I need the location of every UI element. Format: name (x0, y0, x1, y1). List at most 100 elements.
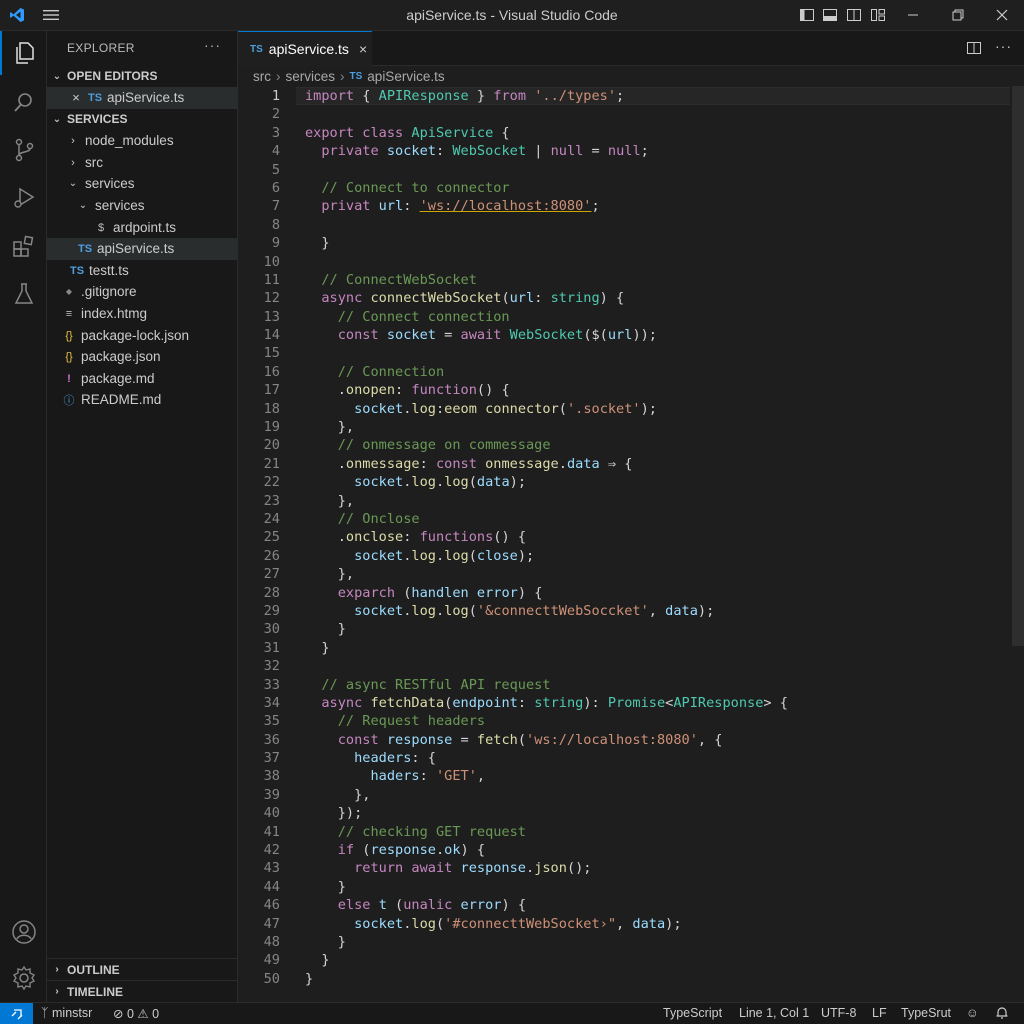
toggle-panel-icon[interactable] (822, 7, 838, 23)
code-line[interactable]: 6 // Connect to connector (238, 179, 1024, 197)
explorer-icon[interactable] (0, 31, 47, 75)
outline-header[interactable]: › OUTLINE (47, 958, 238, 980)
code-line[interactable]: 34 async fetchData(endpoint: string): Pr… (238, 694, 1024, 712)
tree-file-readme[interactable]: ⓘ README.md (47, 389, 238, 411)
code-line[interactable]: 22 socket.log.log(data); (238, 473, 1024, 491)
open-editors-header[interactable]: ⌄ OPEN EDITORS (47, 65, 238, 87)
code-line[interactable]: 15 (238, 344, 1024, 362)
customize-layout-icon[interactable] (870, 7, 886, 23)
code-line[interactable]: 42 if (response.ok) { (238, 841, 1024, 859)
breadcrumb-item[interactable]: services (286, 69, 336, 84)
extensions-icon[interactable] (0, 224, 47, 268)
editor-more-actions-icon[interactable]: ··· (995, 38, 1012, 54)
toggle-secondary-sidebar-icon[interactable] (846, 7, 862, 23)
close-editor-icon[interactable]: × (67, 90, 85, 105)
code-line[interactable]: 47 socket.log('#connecttWebSocket›", dat… (238, 915, 1024, 933)
language-mode-left[interactable]: TypeScript (663, 1006, 722, 1020)
minimize-icon[interactable] (905, 7, 921, 23)
code-line[interactable]: 23 }, (238, 492, 1024, 510)
tree-folder-services[interactable]: ⌄ services (47, 173, 238, 195)
tree-file-package-lock[interactable]: {} package-lock.json (47, 325, 238, 347)
problems-status[interactable]: ⊘ 0 ⚠ 0 (113, 1006, 159, 1021)
split-editor-icon[interactable] (966, 40, 982, 56)
code-line[interactable]: 19 }, (238, 418, 1024, 436)
code-line[interactable]: 5 (238, 161, 1024, 179)
remote-indicator[interactable] (0, 1003, 33, 1024)
code-line[interactable]: 27 }, (238, 565, 1024, 583)
language-mode[interactable]: TypeSrut (901, 1006, 951, 1020)
tree-file-index[interactable]: ≡ index.htmg (47, 303, 238, 325)
code-line[interactable]: 39 }, (238, 786, 1024, 804)
code-line[interactable]: 12 async connectWebSocket(url: string) { (238, 289, 1024, 307)
code-line[interactable]: 20 // onmessage on commessage (238, 436, 1024, 454)
code-line[interactable]: 7 privat url: 'ws://localhost:8080'; (238, 197, 1024, 215)
code-line[interactable]: 2 (238, 105, 1024, 123)
code-line[interactable]: 40 }); (238, 804, 1024, 822)
tree-folder-services-nested[interactable]: ⌄ services (47, 195, 238, 217)
code-line[interactable]: 29 socket.log.log('&connecttWebSoccket',… (238, 602, 1024, 620)
branch-status[interactable]: ᛉ minstsr (41, 1006, 92, 1020)
project-folder-header[interactable]: ⌄ SERVICES (47, 108, 238, 130)
explorer-more-actions-icon[interactable]: ··· (204, 37, 221, 53)
account-icon[interactable] (0, 910, 47, 954)
code-line[interactable] (238, 988, 1024, 1002)
manage-gear-icon[interactable] (0, 956, 47, 1000)
code-line[interactable]: 14 const socket = await WebSocket($(url)… (238, 326, 1024, 344)
code-line[interactable]: 32 (238, 657, 1024, 675)
tree-folder-src[interactable]: › src (47, 152, 238, 174)
code-line[interactable]: 21 .onmessage: const onmessage.data ⇒ { (238, 455, 1024, 473)
code-line[interactable]: 16 // Connection (238, 363, 1024, 381)
code-line[interactable]: 43 return await response.json(); (238, 859, 1024, 877)
tree-file-gitignore[interactable]: ◆ .gitignore (47, 281, 238, 303)
code-line[interactable]: 3 export class ApiService { (238, 124, 1024, 142)
code-line[interactable]: 36 const response = fetch('ws://localhos… (238, 731, 1024, 749)
code-line[interactable]: 46 else t (unalic error) { (238, 896, 1024, 914)
code-line[interactable]: 30 } (238, 620, 1024, 638)
code-line[interactable]: 31 } (238, 639, 1024, 657)
code-line[interactable]: 11 // ConnectWebSocket (238, 271, 1024, 289)
code-line[interactable]: 41 // checking GET request (238, 823, 1024, 841)
end-of-line[interactable]: LF (872, 1006, 887, 1020)
code-line[interactable]: 33 // async RESTful API request (238, 676, 1024, 694)
editor-scrollbar[interactable] (1012, 86, 1024, 646)
encoding[interactable]: UTF-8 (821, 1006, 856, 1020)
code-line[interactable]: 44 } (238, 878, 1024, 896)
timeline-header[interactable]: › TIMELINE (47, 980, 238, 1002)
code-line[interactable]: 9 } (238, 234, 1024, 252)
code-line[interactable]: 25 .onclose: functions() { (238, 528, 1024, 546)
code-line[interactable]: 26 socket.log.log(close); (238, 547, 1024, 565)
code-line[interactable]: 49 } (238, 951, 1024, 969)
close-tab-icon[interactable]: × (359, 41, 367, 57)
tree-file-ardpoint[interactable]: $ ardpoint.ts (47, 217, 238, 239)
code-line[interactable]: 10 (238, 253, 1024, 271)
code-line[interactable]: 24 // Onclose (238, 510, 1024, 528)
code-line[interactable]: 8 (238, 216, 1024, 234)
tree-file-package-json[interactable]: {} package.json (47, 346, 238, 368)
search-icon[interactable] (0, 80, 47, 124)
source-control-icon[interactable] (0, 128, 47, 172)
code-line[interactable]: 18 socket.log:eeom connector('.socket'); (238, 400, 1024, 418)
code-line[interactable]: 50} (238, 970, 1024, 988)
breadcrumb-item[interactable]: src (253, 69, 271, 84)
code-line[interactable]: 35 // Request headers (238, 712, 1024, 730)
code-line[interactable]: 37 headers: { (238, 749, 1024, 767)
code-line[interactable]: 17 .onopen: function() { (238, 381, 1024, 399)
code-editor[interactable]: 1 import { APIResponse } from '../types';… (238, 86, 1024, 1002)
tree-file-testt[interactable]: TS testt.ts (47, 260, 238, 282)
tree-file-apiservice[interactable]: TS apiService.ts (47, 238, 238, 260)
code-line[interactable]: 28 exparch (handlen error) { (238, 584, 1024, 602)
notifications-bell-icon[interactable] (995, 1006, 1009, 1020)
restore-icon[interactable] (950, 7, 966, 23)
run-debug-icon[interactable] (0, 176, 47, 220)
cursor-position[interactable]: Line 1, Col 1 (739, 1006, 809, 1020)
code-line[interactable]: 38 haders: 'GET', (238, 767, 1024, 785)
code-line[interactable]: 48 } (238, 933, 1024, 951)
toggle-primary-sidebar-icon[interactable] (799, 7, 815, 23)
code-line[interactable]: 4 private socket: WebSocket | null = nul… (238, 142, 1024, 160)
tree-folder-node-modules[interactable]: › node_modules (47, 130, 238, 152)
code-line[interactable]: 13 // Connect connection (238, 308, 1024, 326)
testing-icon[interactable] (0, 272, 47, 316)
code-line[interactable]: 1 import { APIResponse } from '../types'; (238, 87, 1024, 105)
open-editor-item[interactable]: × TS apiService.ts (47, 87, 238, 109)
feedback-icon[interactable]: ☺ (966, 1006, 979, 1020)
